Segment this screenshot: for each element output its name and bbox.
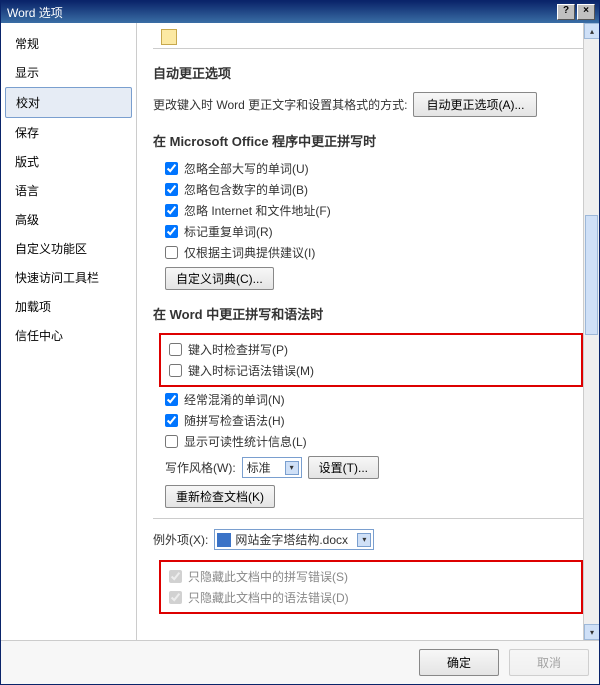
section-office-title: 在 Microsoft Office 程序中更正拼写时: [153, 131, 583, 150]
sidebar-item-display[interactable]: 显示: [5, 58, 132, 87]
autocorrect-desc: 更改键入时 Word 更正文字和设置其格式的方式:: [153, 96, 407, 113]
cb-mark-grammar-typing[interactable]: 键入时标记语法错误(M): [165, 362, 577, 379]
cb-readability-stats[interactable]: 显示可读性统计信息(L): [153, 433, 583, 450]
exceptions-document-select[interactable]: 网站金字塔结构.docx ▾: [214, 529, 374, 550]
sidebar-item-save[interactable]: 保存: [5, 118, 132, 147]
chevron-down-icon: ▾: [285, 461, 299, 475]
cb-confused-words[interactable]: 经常混淆的单词(N): [153, 391, 583, 408]
cb-ignore-internet[interactable]: 忽略 Internet 和文件地址(F): [153, 202, 583, 219]
sidebar-item-advanced[interactable]: 高级: [5, 205, 132, 234]
cb-grammar-with-spelling[interactable]: 随拼写检查语法(H): [153, 412, 583, 429]
cb-hide-grammar-errors[interactable]: 只隐藏此文档中的语法错误(D): [165, 589, 577, 606]
titlebar: Word 选项 ? ×: [1, 1, 599, 23]
content-area: 自动更正选项 更改键入时 Word 更正文字和设置其格式的方式: 自动更正选项(…: [137, 23, 599, 640]
dialog-body: 常规 显示 校对 保存 版式 语言 高级 自定义功能区 快速访问工具栏 加载项 …: [1, 23, 599, 640]
sidebar-item-language[interactable]: 语言: [5, 176, 132, 205]
ribbon-icon: [161, 29, 177, 45]
divider: [153, 518, 583, 519]
sidebar-item-quick-access[interactable]: 快速访问工具栏: [5, 263, 132, 292]
highlight-group-hide-errors: 只隐藏此文档中的拼写错误(S) 只隐藏此文档中的语法错误(D): [159, 560, 583, 614]
options-window: Word 选项 ? × 常规 显示 校对 保存 版式 语言 高级 自定义功能区 …: [0, 0, 600, 685]
help-button[interactable]: ?: [557, 4, 575, 20]
cb-main-dict-only[interactable]: 仅根据主词典提供建议(I): [153, 244, 583, 261]
cb-hide-spelling-errors[interactable]: 只隐藏此文档中的拼写错误(S): [165, 568, 577, 585]
sidebar-item-trust-center[interactable]: 信任中心: [5, 321, 132, 350]
autocorrect-options-button[interactable]: 自动更正选项(A)...: [413, 92, 537, 117]
sidebar-item-layout[interactable]: 版式: [5, 147, 132, 176]
exceptions-label: 例外项(X):: [153, 531, 208, 548]
writing-style-label: 写作风格(W):: [165, 459, 236, 476]
window-title: Word 选项: [5, 4, 555, 21]
section-autocorrect-title: 自动更正选项: [153, 63, 583, 82]
dialog-footer: 确定 取消: [1, 640, 599, 684]
ribbon-strip: [153, 29, 583, 49]
recheck-document-button[interactable]: 重新检查文档(K): [165, 485, 275, 508]
section-word-title: 在 Word 中更正拼写和语法时: [153, 304, 583, 323]
scroll-up-button[interactable]: ▴: [584, 23, 599, 39]
sidebar: 常规 显示 校对 保存 版式 语言 高级 自定义功能区 快速访问工具栏 加载项 …: [1, 23, 137, 640]
sidebar-item-customize-ribbon[interactable]: 自定义功能区: [5, 234, 132, 263]
writing-style-select[interactable]: 标准 ▾: [242, 457, 302, 478]
sidebar-item-general[interactable]: 常规: [5, 29, 132, 58]
scroll-down-button[interactable]: ▾: [584, 624, 599, 640]
highlight-group-spell-grammar: 键入时检查拼写(P) 键入时标记语法错误(M): [159, 333, 583, 387]
cb-ignore-uppercase[interactable]: 忽略全部大写的单词(U): [153, 160, 583, 177]
word-document-icon: [217, 533, 231, 547]
writing-style-settings-button[interactable]: 设置(T)...: [308, 456, 379, 479]
cb-check-spelling-typing[interactable]: 键入时检查拼写(P): [165, 341, 577, 358]
custom-dict-button[interactable]: 自定义词典(C)...: [165, 267, 274, 290]
vertical-scrollbar[interactable]: ▴ ▾: [583, 23, 599, 640]
scroll-track[interactable]: [584, 39, 599, 624]
cb-ignore-numbers[interactable]: 忽略包含数字的单词(B): [153, 181, 583, 198]
scroll-thumb[interactable]: [585, 215, 598, 335]
cb-mark-repeat[interactable]: 标记重复单词(R): [153, 223, 583, 240]
chevron-down-icon: ▾: [357, 533, 371, 547]
sidebar-item-addins[interactable]: 加载项: [5, 292, 132, 321]
ok-button[interactable]: 确定: [419, 649, 499, 676]
cancel-button[interactable]: 取消: [509, 649, 589, 676]
close-button[interactable]: ×: [577, 4, 595, 20]
sidebar-item-proofing[interactable]: 校对: [5, 87, 132, 118]
